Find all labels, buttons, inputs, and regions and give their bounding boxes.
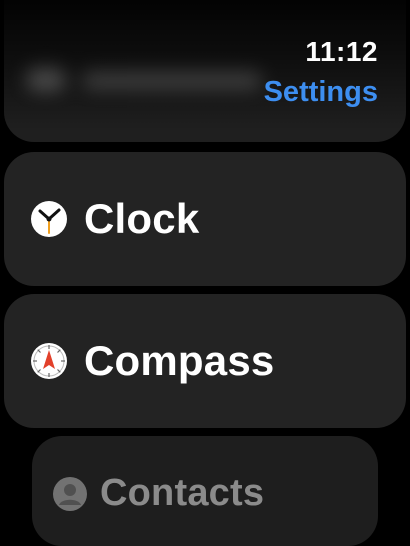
list-item-compass[interactable]: Compass [4, 294, 406, 428]
list-item-label: Clock [84, 195, 200, 242]
nav-back-title[interactable]: Settings [264, 76, 378, 109]
compass-icon [31, 343, 67, 379]
clock-icon [31, 201, 67, 237]
list-item-clock[interactable]: Clock [4, 152, 406, 286]
list-item-contacts[interactable]: Contacts [32, 436, 378, 546]
contacts-icon [53, 477, 87, 511]
list-item-label: Contacts [100, 472, 265, 514]
list-item-label: Compass [84, 337, 275, 384]
status-time: 11:12 [305, 36, 378, 67]
